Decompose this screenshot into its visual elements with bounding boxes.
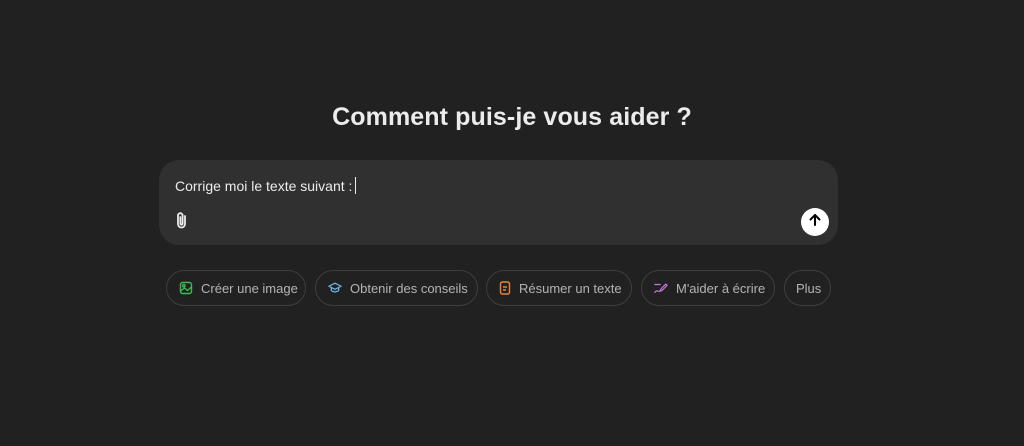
message-input-text: Corrige moi le texte suivant : — [175, 178, 353, 194]
text-caret — [355, 177, 357, 194]
suggestion-label: M'aider à écrire — [676, 280, 766, 296]
message-composer[interactable]: Corrige moi le texte suivant : — [159, 160, 838, 245]
suggestion-more[interactable]: Plus — [784, 270, 831, 306]
suggestion-label: Créer une image — [201, 280, 298, 296]
suggestion-label: Plus — [796, 280, 822, 296]
suggestion-create-image[interactable]: Créer une image — [166, 270, 306, 306]
suggestion-get-advice[interactable]: Obtenir des conseils — [315, 270, 478, 306]
attach-button[interactable] — [171, 210, 193, 234]
image-icon — [179, 281, 193, 295]
message-input[interactable]: Corrige moi le texte suivant : — [175, 177, 357, 194]
arrow-up-icon — [808, 213, 822, 232]
document-icon — [499, 281, 511, 295]
suggestion-label: Résumer un texte — [519, 280, 622, 296]
suggestion-help-write[interactable]: M'aider à écrire — [641, 270, 775, 306]
graduation-cap-icon — [328, 281, 342, 295]
suggestion-summarize[interactable]: Résumer un texte — [486, 270, 632, 306]
send-button[interactable] — [801, 208, 829, 236]
paperclip-icon — [174, 211, 190, 234]
pen-icon — [654, 281, 668, 295]
page-title: Comment puis-je vous aider ? — [332, 103, 692, 131]
suggestion-label: Obtenir des conseils — [350, 280, 468, 296]
